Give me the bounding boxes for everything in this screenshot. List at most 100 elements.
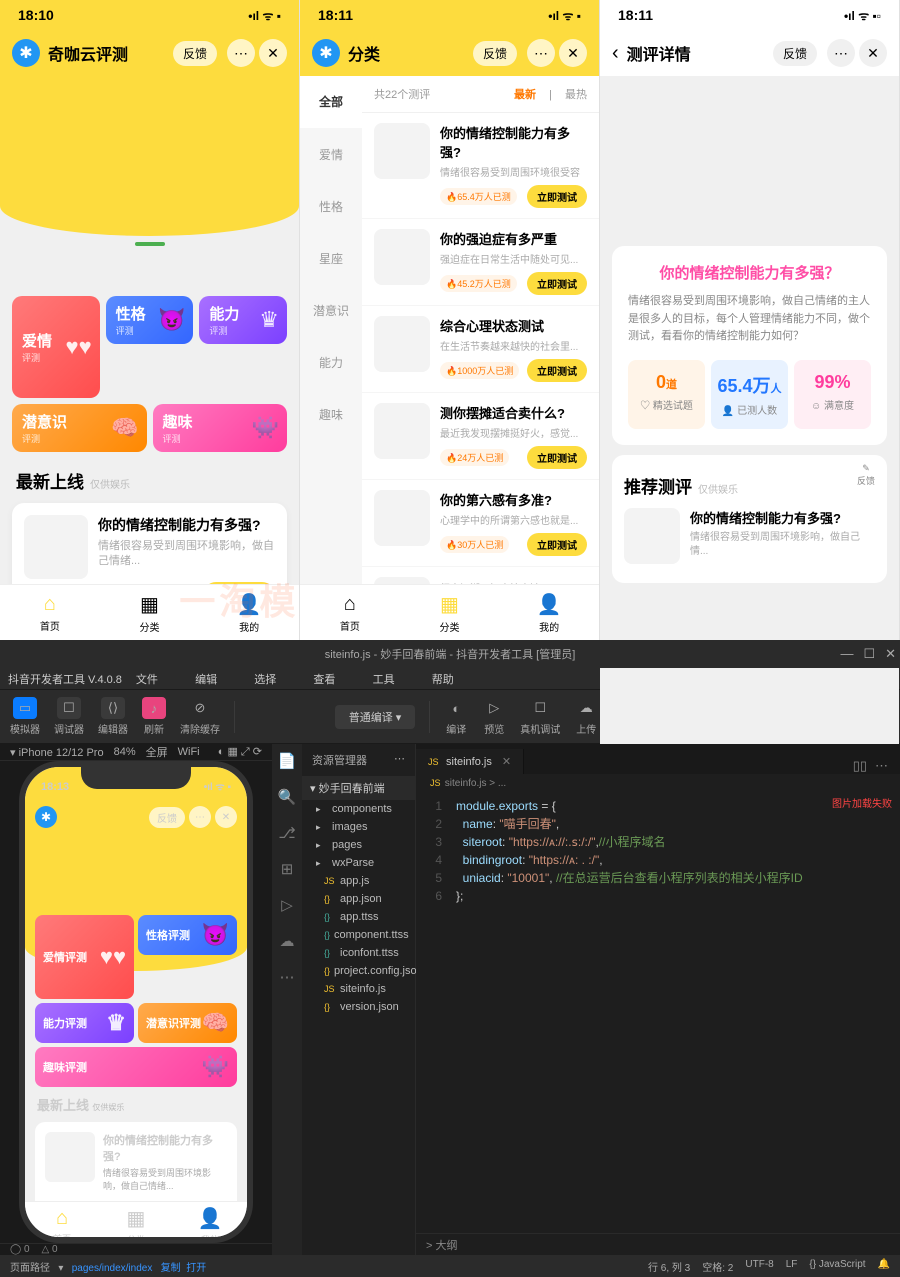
outline-section[interactable]: > 大纲 <box>416 1233 900 1255</box>
sidebar-item[interactable]: 趣味 <box>300 388 362 440</box>
file-item[interactable]: {}app.ttss <box>302 908 415 926</box>
file-item[interactable]: ▸images <box>302 818 415 836</box>
app-logo-icon: ✱ <box>312 39 340 67</box>
toolbar-调试器[interactable]: ☐调试器 <box>54 697 84 736</box>
stat-box: 65.4万人👤 已测人数 <box>711 360 788 429</box>
sidebar-item[interactable]: 全部 <box>300 76 362 128</box>
maximize-icon[interactable]: ☐ <box>863 646 875 662</box>
category-tile[interactable]: 性格评测😈 <box>138 915 237 955</box>
menu-item[interactable]: 文件 <box>136 671 158 687</box>
tab-首页[interactable]: ⌂首页 <box>0 585 100 640</box>
file-item[interactable]: JSapp.js <box>302 872 415 890</box>
category-tile[interactable]: 能力评测♛ <box>199 296 287 344</box>
stat-box: 0道♡ 精选试题 <box>628 360 705 429</box>
close-window-icon[interactable]: ✕ <box>885 646 896 662</box>
phone-screen-category: 18:11•ıl ᯤ ▪ ✱ 分类 反馈 ⋯ ✕ 全部爱情性格星座潜意识能力趣味… <box>300 0 600 640</box>
menu-item[interactable]: 选择 <box>254 671 276 687</box>
menu-item[interactable]: 查看 <box>313 671 335 687</box>
category-tile[interactable]: 性格评测😈 <box>106 296 194 344</box>
sidebar-item[interactable]: 潜意识 <box>300 284 362 336</box>
feedback-chip[interactable]: 反馈 <box>173 41 217 66</box>
tab-首页[interactable]: ⌂首页 <box>25 1202 99 1243</box>
tab-我的[interactable]: 👤我的 <box>199 585 299 640</box>
sidebar-item[interactable]: 能力 <box>300 336 362 388</box>
toolbar-真机调试[interactable]: ☐真机调试 <box>520 697 560 736</box>
start-button[interactable]: 立即测试 <box>527 185 587 208</box>
activity-icon[interactable]: 📄 <box>278 752 297 770</box>
toolbar-模拟器[interactable]: ▭模拟器 <box>10 697 40 736</box>
toolbar-清除缓存[interactable]: ⊘清除缓存 <box>180 697 220 736</box>
quiz-row[interactable]: 你的第六感有多准?心理学中的所谓第六感也就是...🔥30万人已测立即测试 <box>362 480 599 567</box>
quiz-row[interactable]: 测你摆摊适合卖什么?最近我发现摆摊挺好火，感觉...🔥24万人已测立即测试 <box>362 393 599 480</box>
phone-screen-home: 18:10•ıl ᯤ ▪ ✱ 奇咖云评测 反馈 ⋯ ✕ 爱情评测♥♥性格评测😈能… <box>0 0 300 640</box>
activity-icon[interactable]: ⎇ <box>278 824 295 842</box>
category-tile[interactable]: 能力评测♛ <box>35 1003 134 1043</box>
split-editor-icon[interactable]: ▯▯ <box>853 758 867 774</box>
feedback-icon[interactable]: ✎反馈 <box>857 463 875 487</box>
file-item[interactable]: ▸wxParse <box>302 854 415 872</box>
back-icon[interactable]: ‹ <box>612 42 619 65</box>
tab-分类[interactable]: ▦分类 <box>400 585 500 640</box>
minimize-icon[interactable]: — <box>840 646 853 662</box>
toolbar-编译[interactable]: ◐编译 <box>444 697 468 736</box>
tab-首页[interactable]: ⌂首页 <box>300 585 400 640</box>
activity-icon[interactable]: ⋯ <box>280 968 295 986</box>
more-editor-icon[interactable]: ⋯ <box>875 758 888 774</box>
menu-item[interactable]: 帮助 <box>432 671 454 687</box>
compile-mode-select[interactable]: 普通编译 ▾ <box>335 705 416 729</box>
sort-hottest[interactable]: 最热 <box>565 89 587 101</box>
toolbar-刷新[interactable]: ♪刷新 <box>142 697 166 736</box>
file-item[interactable]: {}project.config.json <box>302 962 415 980</box>
tab-我的[interactable]: 👤我的 <box>173 1202 247 1243</box>
window-titlebar: siteinfo.js - 妙手回春前端 - 抖音开发者工具 [管理员] — ☐… <box>0 640 900 668</box>
more-icon[interactable]: ⋯ <box>527 39 555 67</box>
tab-分类[interactable]: ▦分类 <box>99 1202 173 1243</box>
quiz-row[interactable]: 综合心理状态测试在生活节奏越来越快的社会里...🔥1000万人已测立即测试 <box>362 306 599 393</box>
sidebar-item[interactable]: 爱情 <box>300 128 362 180</box>
quiz-row[interactable]: 你的情绪控制能力有多强?情绪很容易受到周围环境很受容🔥65.4万人已测立即测试 <box>362 113 599 219</box>
start-button[interactable]: 立即测试 <box>527 533 587 556</box>
sidebar-item[interactable]: 性格 <box>300 180 362 232</box>
toolbar-预览[interactable]: ▷预览 <box>482 697 506 736</box>
more-icon[interactable]: ⋯ <box>827 39 855 67</box>
activity-icon[interactable]: ⊞ <box>281 860 294 878</box>
category-tile[interactable]: 趣味评测👾 <box>153 404 288 452</box>
file-item[interactable]: {}version.json <box>302 998 415 1016</box>
close-icon[interactable]: ✕ <box>859 39 887 67</box>
file-item[interactable]: {}app.json <box>302 890 415 908</box>
activity-icon[interactable]: ☁ <box>280 932 295 950</box>
drag-handle-icon[interactable] <box>135 242 165 246</box>
category-tile[interactable]: 爱情评测♥♥ <box>35 915 134 999</box>
file-item[interactable]: ▸components <box>302 800 415 818</box>
sidebar-item[interactable]: 星座 <box>300 232 362 284</box>
quiz-row[interactable]: 你的强迫症有多严重强迫症在日常生活中随处可见...🔥45.2万人已测立即测试 <box>362 219 599 306</box>
category-tile[interactable]: 潜意识评测🧠 <box>12 404 147 452</box>
close-icon[interactable]: ✕ <box>559 39 587 67</box>
category-tile[interactable]: 爱情评测♥♥ <box>12 296 100 398</box>
console-bar: ◯ 0△ 0 <box>0 1243 272 1255</box>
editor-tab[interactable]: JSsiteinfo.js✕ <box>416 749 524 774</box>
toolbar-编辑器[interactable]: ⟨⟩编辑器 <box>98 697 128 736</box>
category-tile[interactable]: 潜意识评测🧠 <box>138 1003 237 1043</box>
start-button[interactable]: 立即测试 <box>527 446 587 469</box>
file-item[interactable]: {}component.ttss <box>302 926 415 944</box>
activity-icon[interactable]: ▷ <box>281 896 293 914</box>
more-icon[interactable]: ⋯ <box>227 39 255 67</box>
toolbar-上传[interactable]: ☁上传 <box>574 697 598 736</box>
app-logo-icon: ✱ <box>12 39 40 67</box>
file-item[interactable]: {}iconfont.ttss <box>302 944 415 962</box>
close-icon[interactable]: ✕ <box>259 39 287 67</box>
tab-我的[interactable]: 👤我的 <box>499 585 599 640</box>
simulator-device: 18:13•ıl ᯤ ▪ ✱ 反馈 ⋯ ✕ 爱情评测♥♥性格评测😈能力评测♛潜意… <box>19 761 253 1243</box>
category-tile[interactable]: 趣味评测👾 <box>35 1047 237 1087</box>
activity-icon[interactable]: 🔍 <box>278 788 297 806</box>
sort-newest[interactable]: 最新 <box>514 89 536 101</box>
start-button[interactable]: 立即测试 <box>527 272 587 295</box>
start-button[interactable]: 立即测试 <box>527 359 587 382</box>
menu-item[interactable]: 编辑 <box>195 671 217 687</box>
file-item[interactable]: JSsiteinfo.js <box>302 980 415 998</box>
close-tab-icon[interactable]: ✕ <box>502 755 511 768</box>
menu-item[interactable]: 工具 <box>373 671 395 687</box>
tab-分类[interactable]: ▦分类 <box>100 585 200 640</box>
file-item[interactable]: ▸pages <box>302 836 415 854</box>
